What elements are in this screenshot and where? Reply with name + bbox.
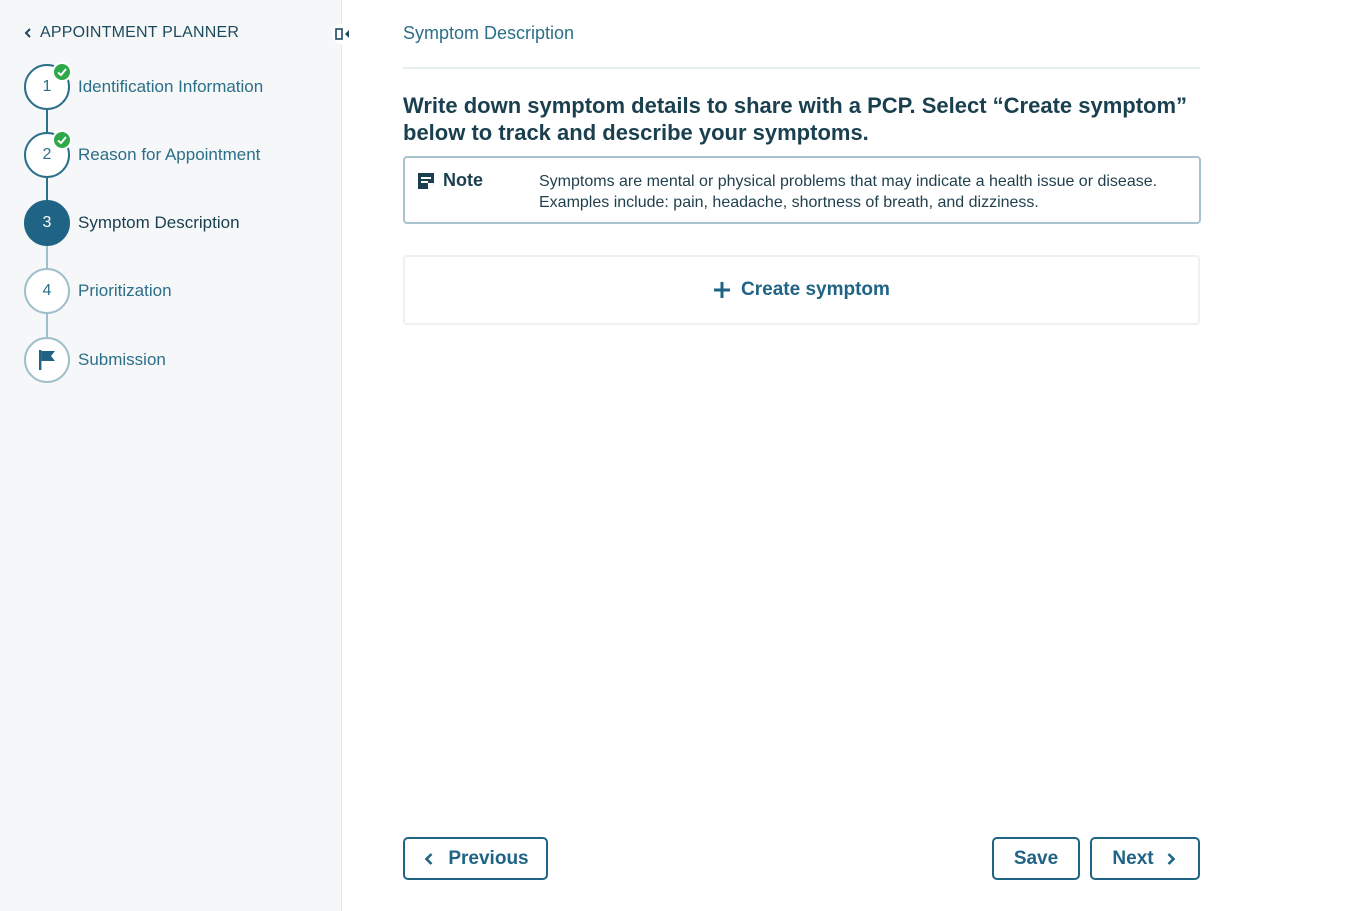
note-header: Note bbox=[417, 170, 483, 191]
step-reason-for-appointment[interactable]: 2 Reason for Appointment bbox=[24, 130, 261, 178]
previous-label: Previous bbox=[448, 847, 529, 869]
step-label: Prioritization bbox=[78, 281, 172, 300]
plus-icon bbox=[714, 282, 731, 298]
step-label: Reason for Appointment bbox=[78, 145, 261, 164]
step-prioritization[interactable]: 4 Prioritization bbox=[24, 268, 172, 314]
step-number-badge: 2 bbox=[24, 130, 72, 178]
step-number-badge: 3 bbox=[24, 200, 70, 246]
step-label: Submission bbox=[78, 350, 166, 369]
note-title: Note bbox=[443, 170, 483, 190]
divider bbox=[403, 67, 1200, 69]
step-label: Symptom Description bbox=[78, 213, 240, 232]
previous-button[interactable]: Previous bbox=[403, 837, 548, 880]
step-connector bbox=[46, 312, 48, 340]
step-submission[interactable]: Submission bbox=[24, 337, 166, 383]
chevron-right-icon bbox=[1167, 852, 1175, 865]
create-symptom-label: Create symptom bbox=[741, 279, 890, 300]
step-identification-information[interactable]: 1 Identification Information bbox=[24, 62, 264, 110]
note-icon bbox=[418, 172, 434, 189]
flag-icon bbox=[39, 350, 55, 370]
next-button[interactable]: Next bbox=[1090, 837, 1200, 880]
save-button[interactable]: Save bbox=[992, 837, 1080, 880]
check-icon bbox=[52, 130, 72, 150]
step-symptom-description[interactable]: 3 Symptom Description bbox=[24, 200, 240, 246]
check-icon bbox=[52, 62, 72, 82]
save-label: Save bbox=[1013, 847, 1059, 869]
note-text: Symptoms are mental or physical problems… bbox=[539, 173, 1158, 211]
note-box: Note Symptoms are mental or physical pro… bbox=[403, 156, 1201, 224]
step-icon-badge bbox=[24, 337, 70, 383]
chevron-left-icon bbox=[425, 852, 433, 865]
back-to-planner-link[interactable]: APPOINTMENT PLANNER bbox=[22, 22, 239, 44]
page-title: Symptom Description bbox=[403, 23, 575, 43]
sidebar-title: APPOINTMENT PLANNER bbox=[40, 24, 240, 41]
create-symptom-button[interactable]: Create symptom bbox=[403, 255, 1200, 325]
chevron-left-icon bbox=[24, 28, 31, 38]
step-number-badge: 4 bbox=[24, 268, 70, 314]
collapse-panel-icon bbox=[335, 28, 349, 40]
step-number-badge: 1 bbox=[24, 62, 72, 110]
collapse-sidebar-button[interactable] bbox=[332, 24, 354, 44]
step-label: Identification Information bbox=[78, 77, 264, 96]
instructions-heading: Write down symptom details to share with… bbox=[403, 93, 1188, 145]
next-label: Next bbox=[1112, 847, 1154, 869]
